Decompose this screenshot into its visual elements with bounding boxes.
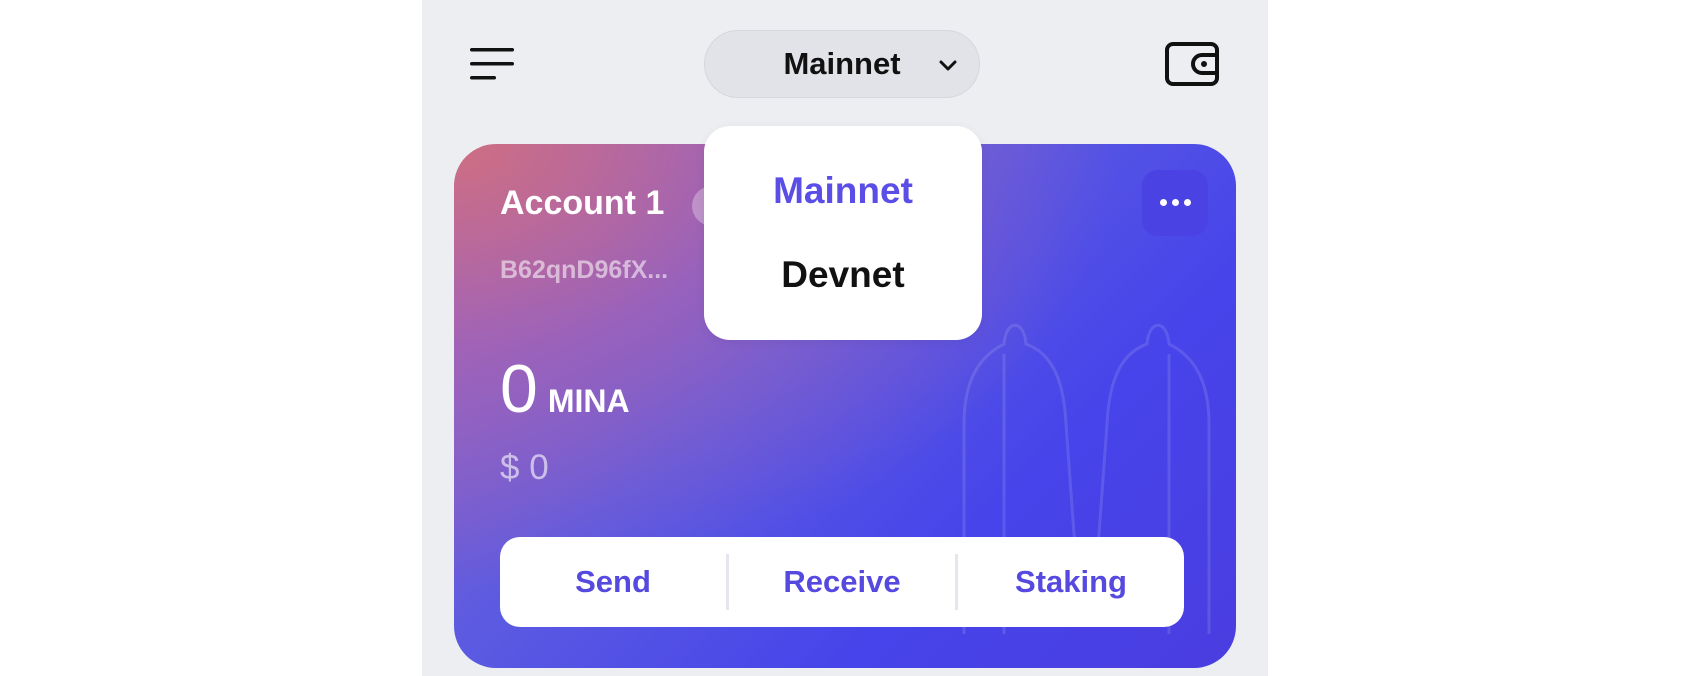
- account-address[interactable]: B62qnD96fX...: [500, 256, 668, 285]
- network-dropdown: Mainnet Devnet: [704, 126, 982, 340]
- wallet-panel: Mainnet Account 1 B62qnD96fX... 0 MINA $…: [422, 0, 1268, 676]
- staking-button[interactable]: Staking: [958, 564, 1184, 600]
- action-bar: Send Receive Staking: [500, 537, 1184, 627]
- more-dot-icon: [1184, 199, 1191, 206]
- network-option-devnet[interactable]: Devnet: [704, 254, 982, 296]
- network-select[interactable]: Mainnet: [704, 30, 980, 98]
- menu-icon[interactable]: [470, 46, 516, 82]
- balance: 0 MINA: [500, 350, 630, 428]
- wallet-icon[interactable]: [1164, 40, 1222, 88]
- balance-unit: MINA: [547, 383, 630, 419]
- receive-button[interactable]: Receive: [729, 564, 955, 600]
- more-dot-icon: [1160, 199, 1167, 206]
- balance-amount: 0: [500, 351, 538, 427]
- chevron-down-icon: [939, 60, 957, 71]
- network-option-mainnet[interactable]: Mainnet: [704, 170, 982, 212]
- more-dot-icon: [1172, 199, 1179, 206]
- send-button[interactable]: Send: [500, 564, 726, 600]
- account-name: Account 1: [500, 184, 665, 222]
- fiat-balance: $ 0: [500, 448, 549, 487]
- more-options-button[interactable]: [1142, 170, 1208, 236]
